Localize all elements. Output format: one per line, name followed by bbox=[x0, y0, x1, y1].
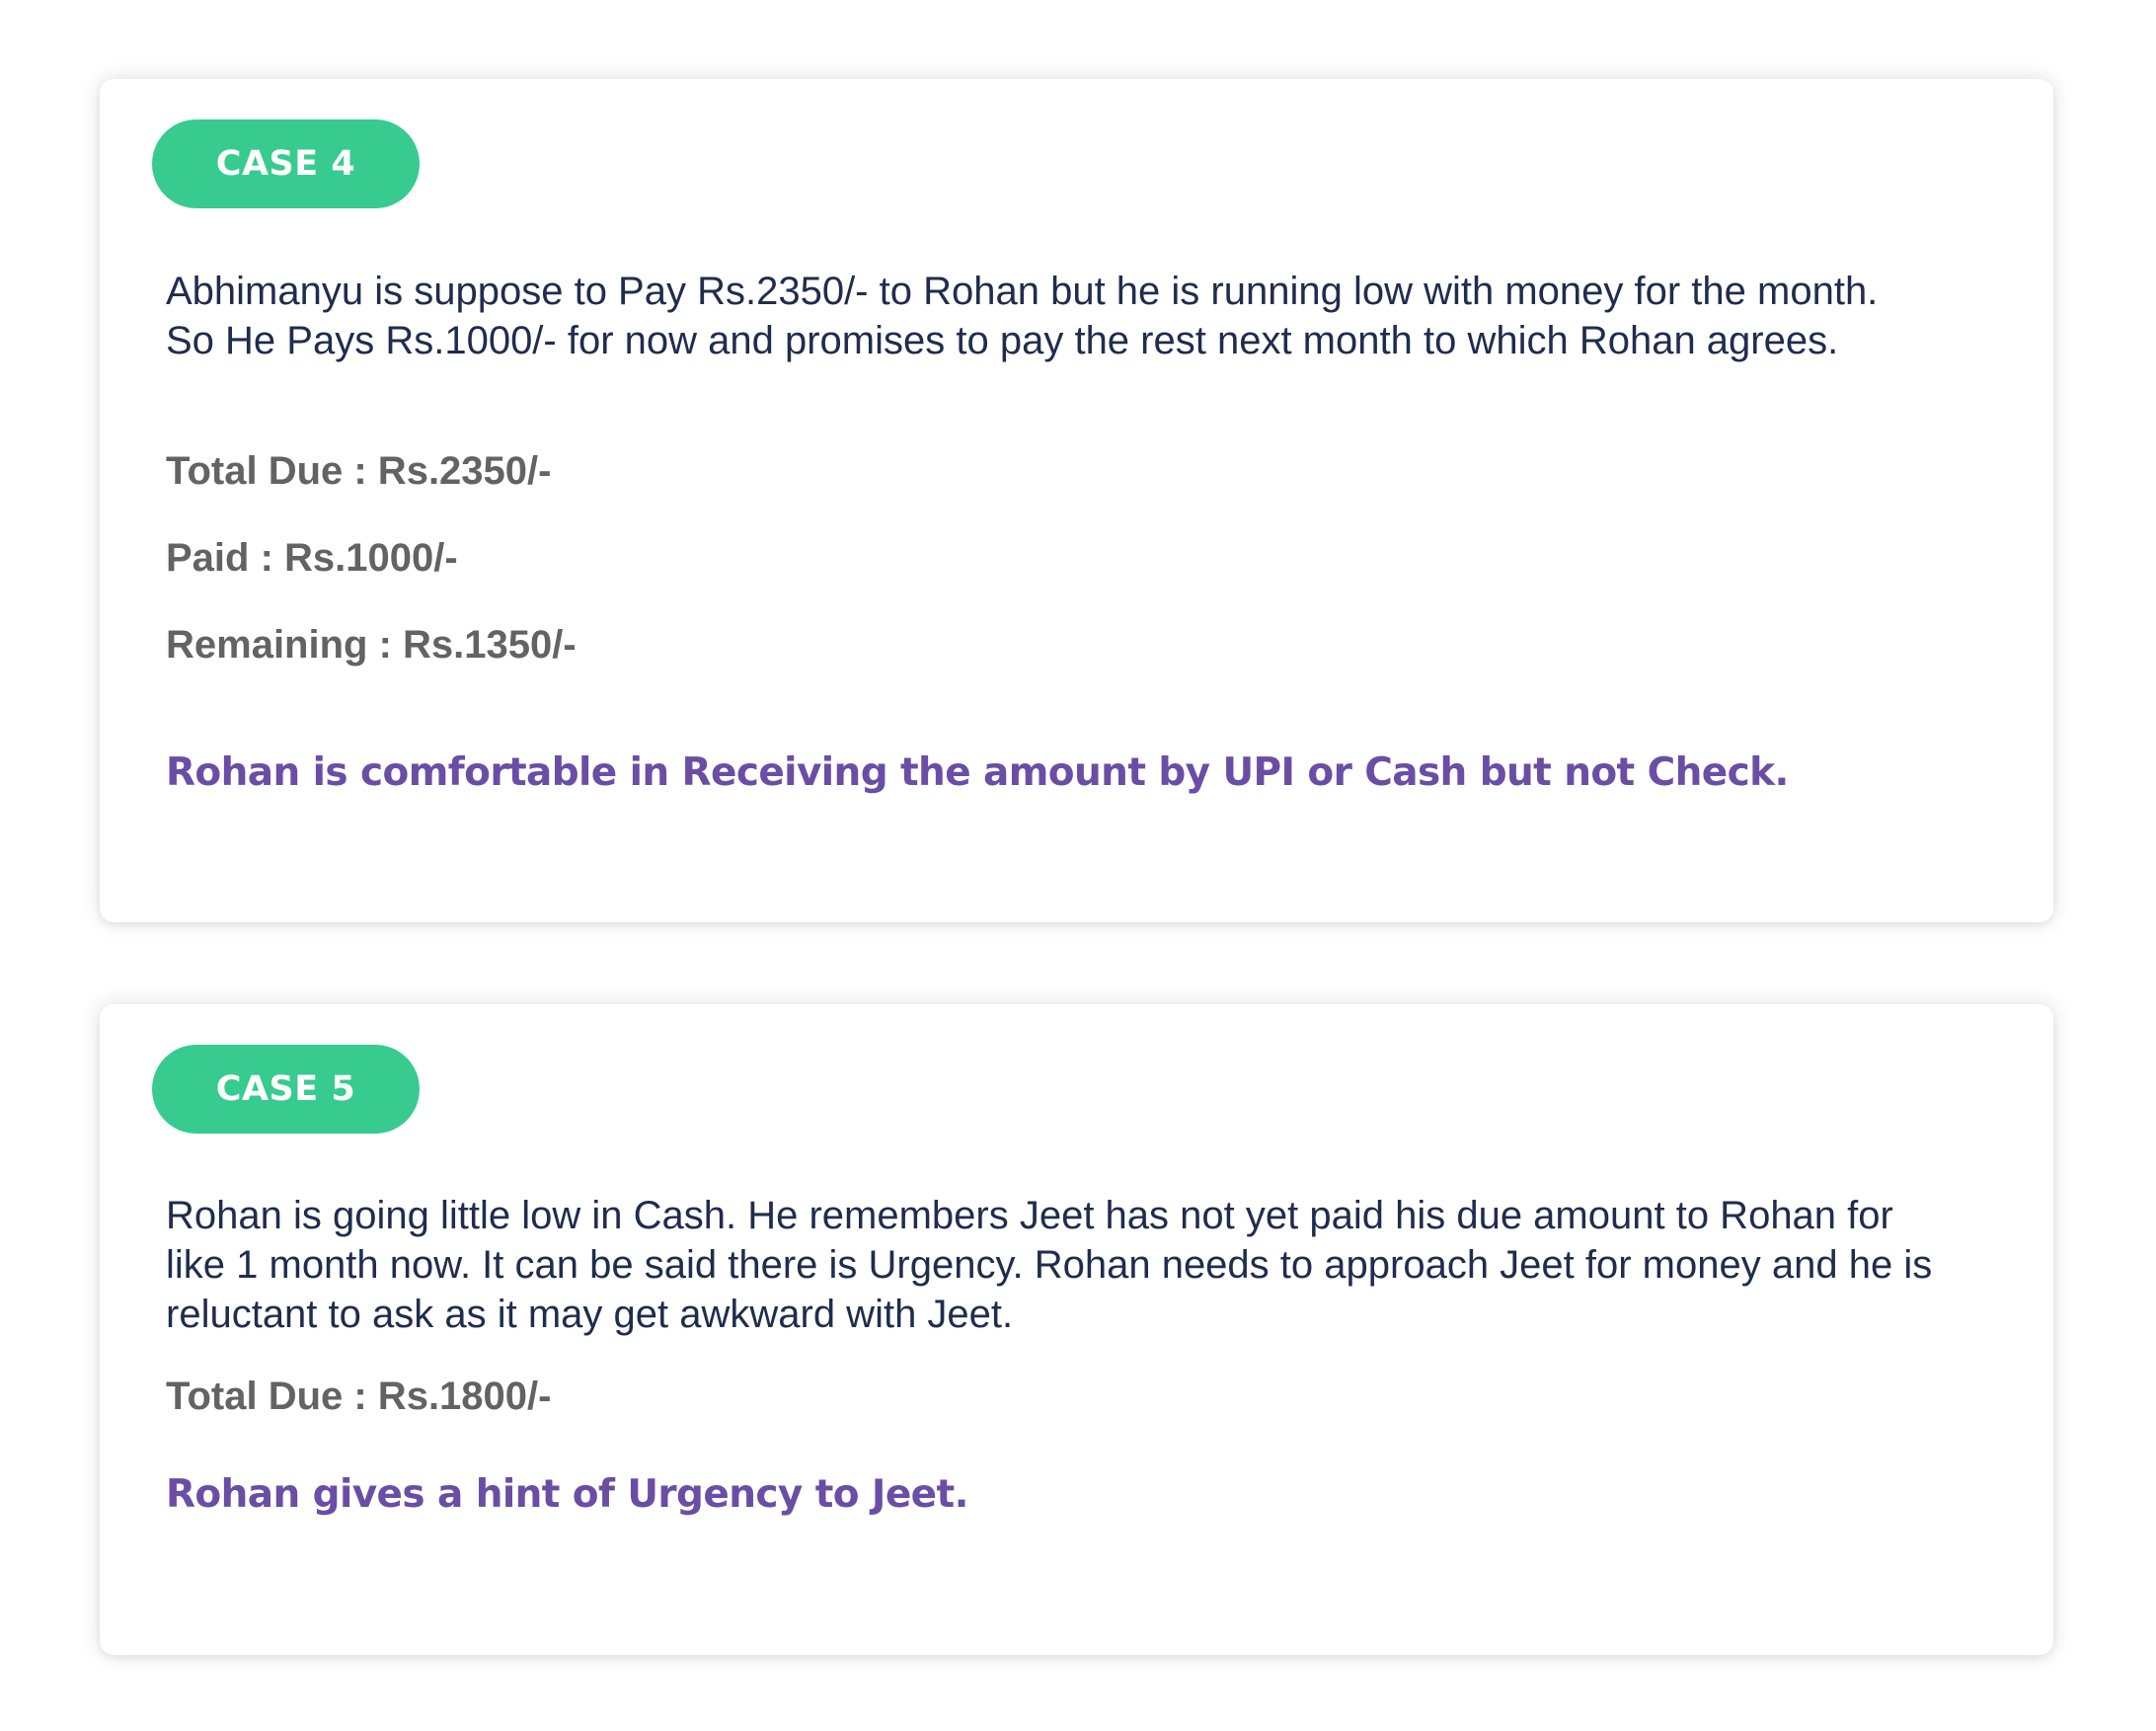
description-line: Abhimanyu is suppose to Pay Rs.2350/- to… bbox=[166, 270, 1879, 313]
case-card-5: CASE 5 Rohan is going little low in Cash… bbox=[100, 1004, 2053, 1655]
description-line: reluctant to ask as it may get awkward w… bbox=[166, 1293, 1014, 1336]
description-line: Rohan is going little low in Cash. He re… bbox=[166, 1194, 1893, 1237]
case-badge: CASE 5 bbox=[152, 1045, 420, 1134]
description-line: like 1 month now. It can be said there i… bbox=[166, 1243, 1933, 1287]
case-note: Rohan is comfortable in Receiving the am… bbox=[166, 750, 1789, 795]
case-badge: CASE 4 bbox=[152, 119, 420, 208]
total-due-label: Total Due : Rs.1800/- bbox=[166, 1375, 552, 1418]
case-description: Rohan is going little low in Cash. He re… bbox=[166, 1191, 2012, 1339]
case-note: Rohan gives a hint of Urgency to Jeet. bbox=[166, 1472, 968, 1517]
remaining-label: Remaining : Rs.1350/- bbox=[166, 623, 577, 667]
case-card-4: CASE 4 Abhimanyu is suppose to Pay Rs.23… bbox=[100, 79, 2053, 922]
description-line: So He Pays Rs.1000/- for now and promise… bbox=[166, 319, 1839, 362]
case-description: Abhimanyu is suppose to Pay Rs.2350/- to… bbox=[166, 267, 2012, 365]
total-due-label: Total Due : Rs.2350/- bbox=[166, 449, 552, 493]
paid-label: Paid : Rs.1000/- bbox=[166, 536, 458, 580]
